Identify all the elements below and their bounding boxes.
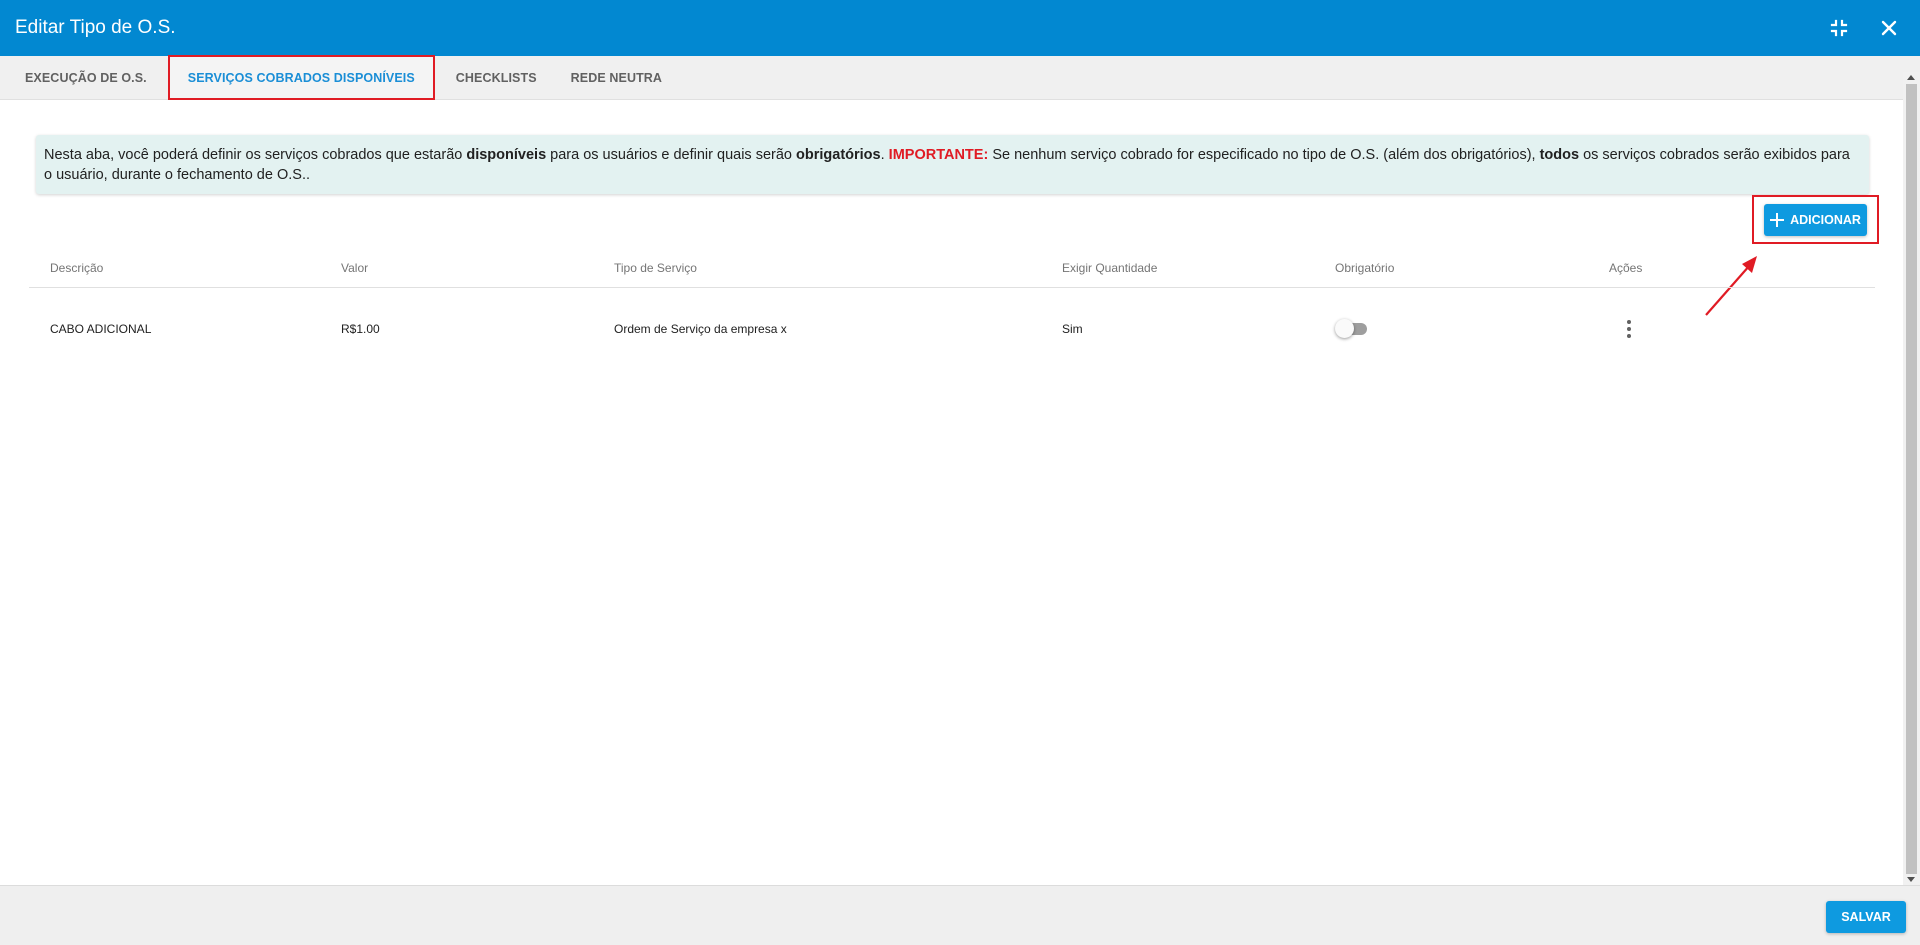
tab-execucao-os[interactable]: EXECUÇÃO DE O.S. (8, 56, 164, 100)
services-table: Descrição Valor Tipo de Serviço Exigir Q… (29, 248, 1875, 370)
tab-servicos-cobrados[interactable]: SERVIÇOS COBRADOS DISPONÍVEIS (167, 55, 435, 100)
edit-os-type-dialog: Editar Tipo de O.S. EXECUÇÃO DE O.S. SER… (0, 0, 1920, 945)
info-banner: Nesta aba, você poderá definir os serviç… (36, 135, 1869, 194)
vertical-scrollbar[interactable] (1903, 72, 1920, 885)
dialog-footer: SALVAR (0, 885, 1920, 945)
collapse-icon[interactable] (1828, 17, 1850, 39)
tab-bar: EXECUÇÃO DE O.S. SERVIÇOS COBRADOS DISPO… (0, 55, 1920, 100)
header-exigir-quantidade[interactable]: Exigir Quantidade (1062, 248, 1157, 287)
header-actions (1828, 0, 1900, 56)
dialog-header: Editar Tipo de O.S. (0, 0, 1920, 56)
info-text-1: Nesta aba, você poderá definir os serviç… (44, 147, 467, 163)
info-text-2: para os usuários e definir quais serão (546, 147, 797, 163)
close-icon[interactable] (1878, 17, 1900, 39)
plus-icon (1770, 212, 1785, 227)
cell-exigir-quantidade: Sim (1062, 322, 1083, 336)
table-header: Descrição Valor Tipo de Serviço Exigir Q… (29, 248, 1875, 288)
cell-obrigatorio (1335, 288, 1367, 370)
cell-acoes (1609, 288, 1639, 370)
info-bold-obrigatorios: obrigatórios (796, 147, 881, 163)
tab-checklists[interactable]: CHECKLISTS (439, 56, 554, 100)
tab-rede-neutra[interactable]: REDE NEUTRA (554, 56, 679, 100)
header-acoes: Ações (1609, 260, 1643, 275)
add-button-highlight: ADICIONAR (1752, 195, 1879, 244)
header-tipo-servico[interactable]: Tipo de Serviço (614, 248, 697, 287)
add-button[interactable]: ADICIONAR (1764, 203, 1867, 236)
save-button[interactable]: SALVAR (1826, 901, 1906, 933)
more-vert-icon[interactable] (1619, 319, 1639, 339)
dialog-title: Editar Tipo de O.S. (15, 17, 176, 38)
info-important: IMPORTANTE: (888, 147, 989, 163)
scrollbar-thumb[interactable] (1906, 84, 1917, 874)
info-text-4: Se nenhum serviço cobrado for especifica… (988, 147, 1540, 163)
scroll-down-icon[interactable] (1907, 877, 1915, 882)
scroll-up-icon[interactable] (1907, 75, 1915, 80)
toggle-knob (1335, 319, 1354, 338)
header-obrigatorio[interactable]: Obrigatório (1335, 248, 1394, 287)
cell-valor: R$1.00 (341, 322, 380, 336)
tab-content: Nesta aba, você poderá definir os serviç… (0, 101, 1903, 885)
obrigatorio-toggle[interactable] (1335, 319, 1367, 338)
info-bold-todos: todos (1539, 147, 1580, 163)
table-row: CABO ADICIONAL R$1.00 Ordem de Serviço d… (29, 288, 1875, 370)
cell-tipo-servico: Ordem de Serviço da empresa x (614, 322, 787, 336)
header-descricao[interactable]: Descrição (50, 248, 103, 287)
info-text-3: . (880, 147, 889, 163)
cell-descricao: CABO ADICIONAL (50, 322, 152, 336)
info-bold-disponiveis: disponíveis (466, 147, 547, 163)
header-valor[interactable]: Valor (341, 248, 368, 287)
add-button-label: ADICIONAR (1790, 212, 1861, 227)
